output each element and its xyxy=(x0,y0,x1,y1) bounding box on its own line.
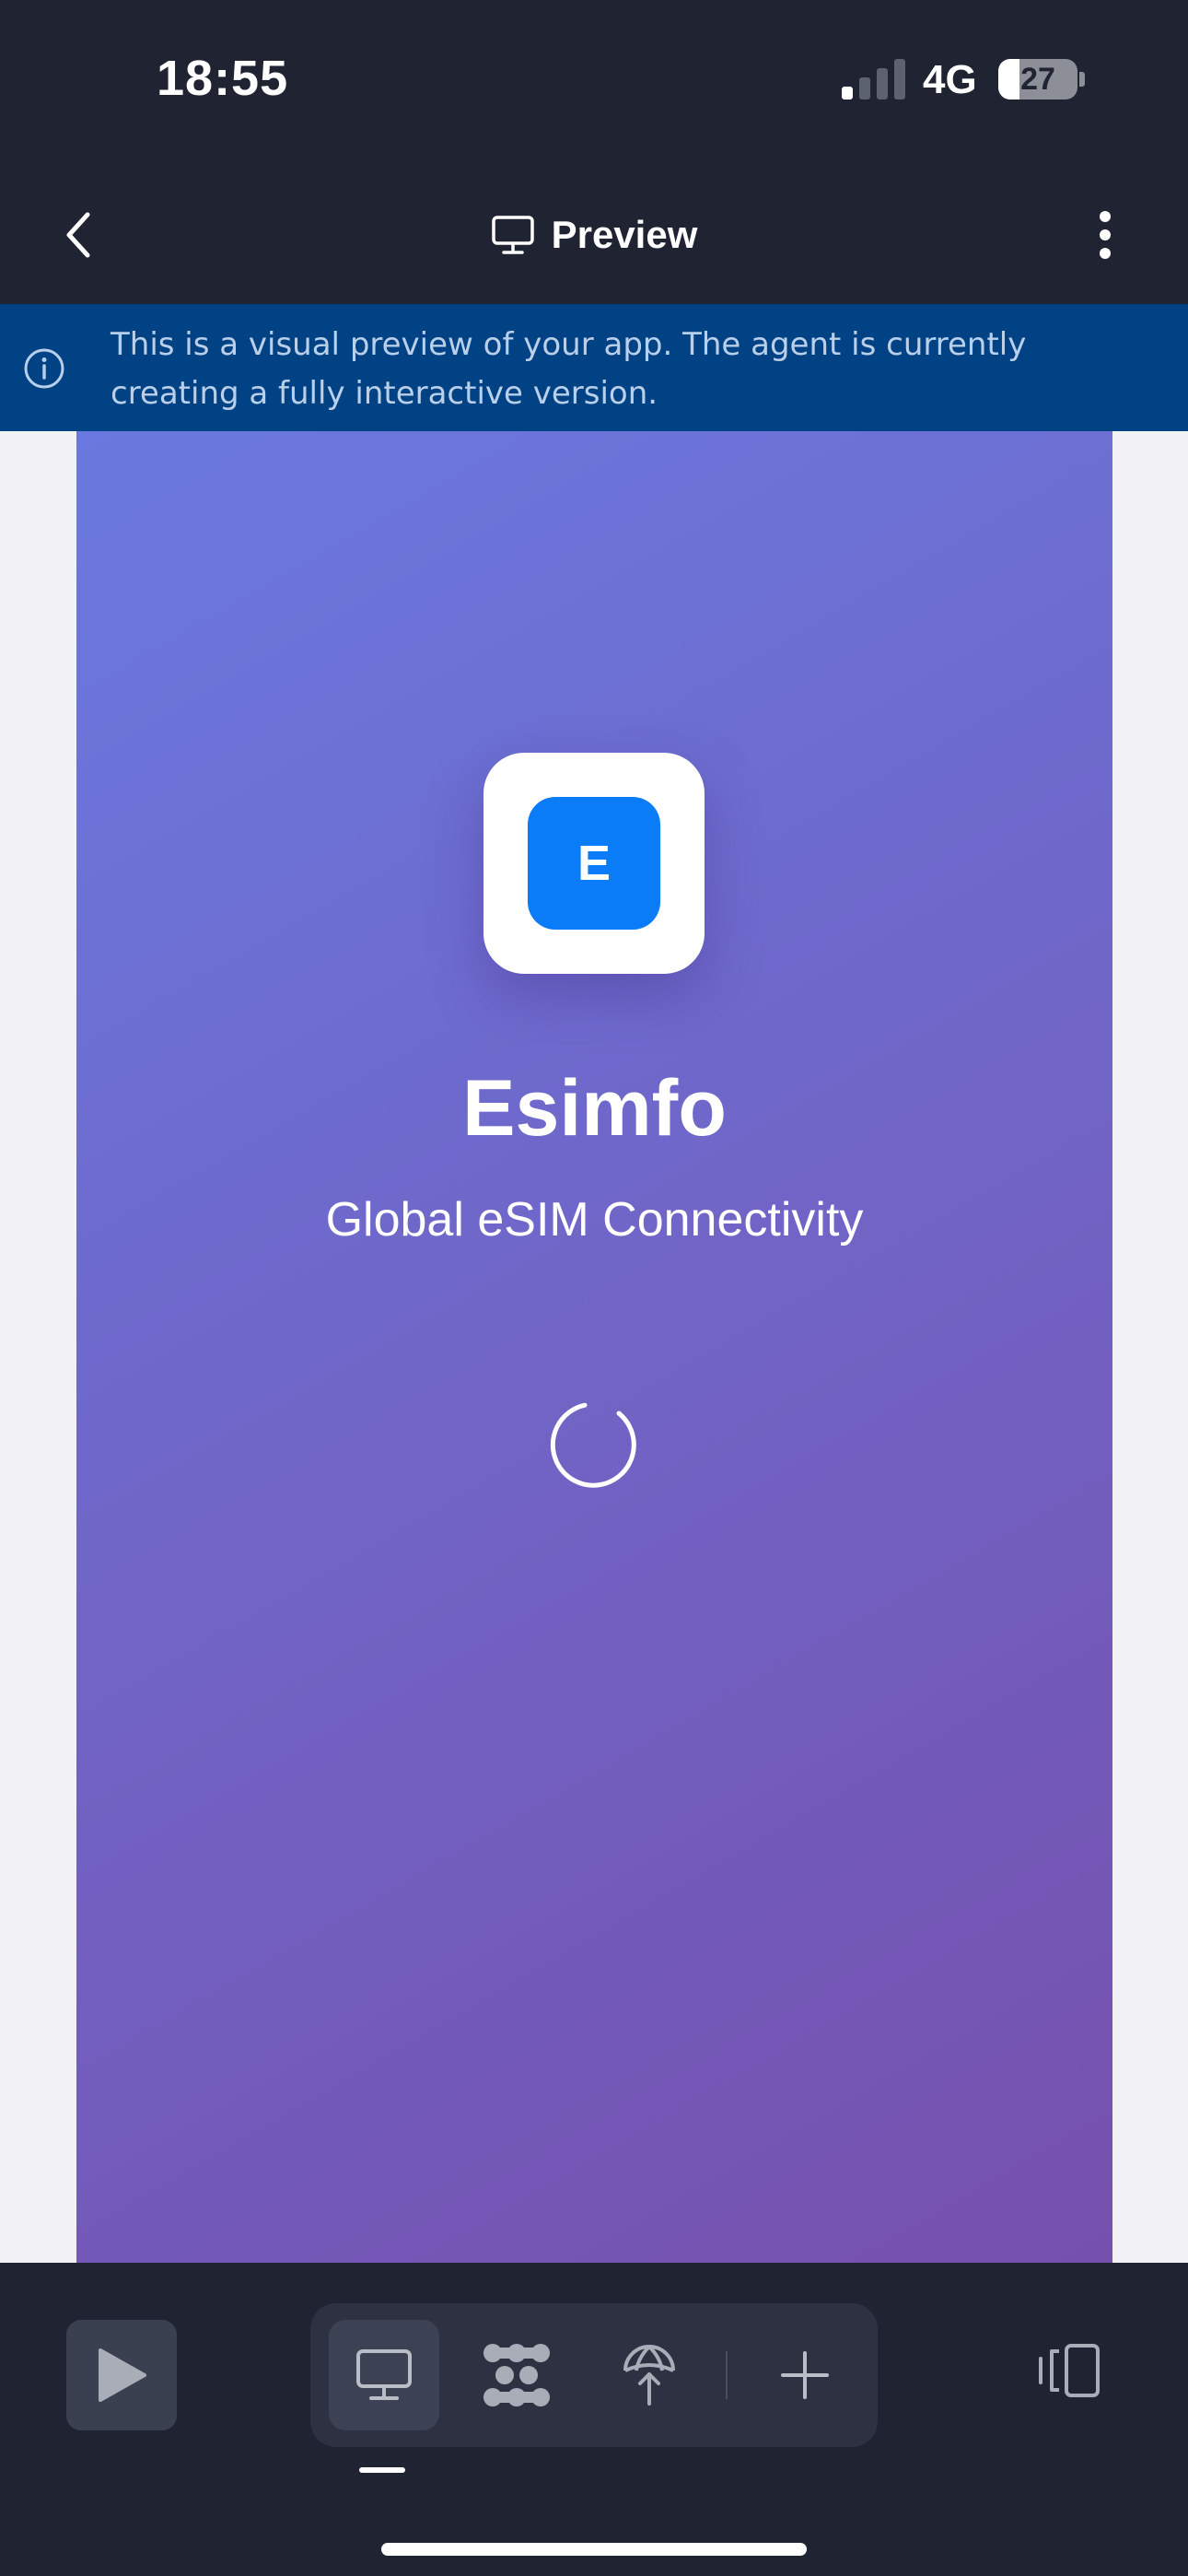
preview-area: E Esimfo Global eSIM Connectivity xyxy=(0,431,1188,2263)
deploy-icon xyxy=(623,2345,675,2406)
plus-icon xyxy=(781,2351,829,2399)
battery-level: 27 xyxy=(1020,62,1055,97)
tab-add[interactable] xyxy=(750,2320,860,2430)
battery-cap xyxy=(1079,72,1085,87)
more-vertical-icon xyxy=(1100,211,1111,259)
bottom-toolbar xyxy=(0,2263,1188,2576)
view-tabs xyxy=(310,2303,878,2447)
run-button[interactable] xyxy=(66,2320,177,2430)
more-options-button[interactable] xyxy=(1068,203,1142,267)
battery-icon: 27 xyxy=(998,59,1077,100)
device-toggle-button[interactable] xyxy=(1024,2320,1112,2421)
status-bar: 18:55 4G 27 xyxy=(0,0,1188,166)
preview-info-banner: This is a visual preview of your app. Th… xyxy=(0,304,1188,431)
monitor-icon xyxy=(356,2349,412,2400)
tab-preview[interactable] xyxy=(329,2320,439,2430)
page-title: Preview xyxy=(551,213,698,256)
app-tagline: Global eSIM Connectivity xyxy=(325,1193,864,1247)
chevron-left-icon xyxy=(66,212,90,258)
nav-title-group: Preview xyxy=(0,166,1188,304)
home-indicator xyxy=(381,2543,807,2556)
device-toggle-icon xyxy=(1039,2344,1100,2397)
monitor-icon xyxy=(491,216,534,254)
play-icon xyxy=(99,2348,146,2402)
back-button[interactable] xyxy=(46,203,111,267)
workflow-icon xyxy=(483,2344,550,2406)
network-type: 4G xyxy=(923,57,977,102)
loading-spinner-icon xyxy=(550,1402,636,1488)
tab-deploy[interactable] xyxy=(594,2320,705,2430)
tab-workflow[interactable] xyxy=(461,2320,572,2430)
app-logo: E xyxy=(483,753,705,974)
nav-header: Preview xyxy=(0,166,1188,304)
app-name: Esimfo xyxy=(462,1064,727,1153)
banner-text: This is a visual preview of your app. Th… xyxy=(111,326,1027,412)
tabs-divider xyxy=(726,2351,728,2399)
app-preview-frame[interactable]: E Esimfo Global eSIM Connectivity xyxy=(76,431,1112,2263)
cellular-signal-icon xyxy=(842,59,906,100)
info-icon xyxy=(24,348,64,389)
status-time: 18:55 xyxy=(157,51,289,106)
active-tab-indicator xyxy=(359,2467,405,2473)
app-logo-mark: E xyxy=(528,797,660,930)
